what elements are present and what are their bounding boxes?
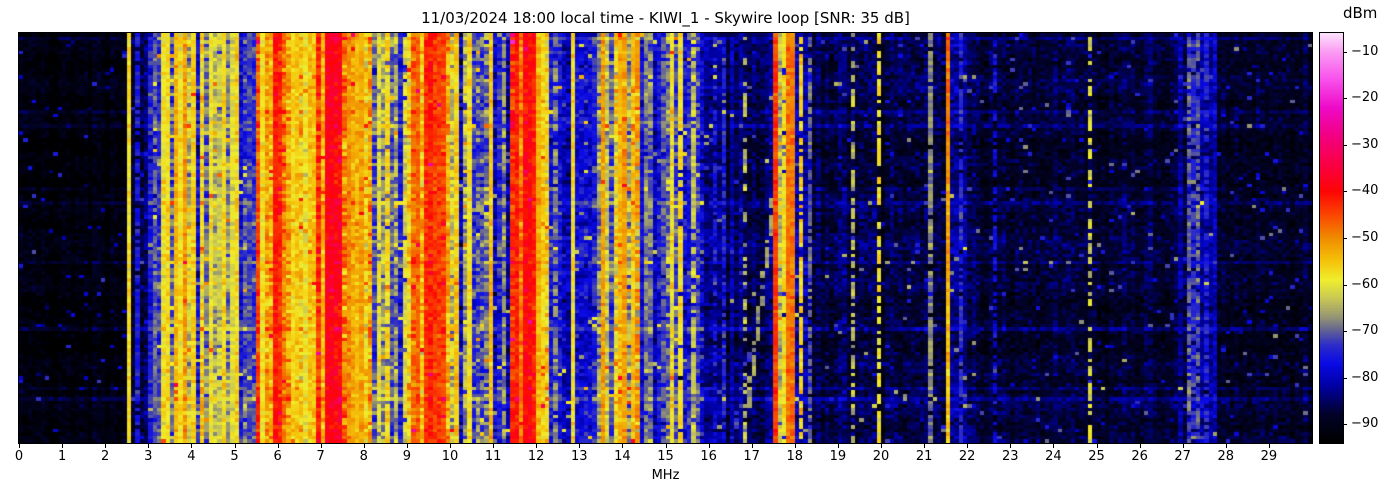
x-tick-label: 23 (1002, 449, 1019, 464)
x-tick (450, 444, 451, 448)
x-tick (277, 444, 279, 448)
x-tick-label: 17 (743, 449, 760, 464)
x-tick (708, 444, 710, 448)
x-tick-label: 1 (57, 449, 67, 464)
colorbar-tick-label: −80 (1351, 369, 1379, 385)
x-tick-label: 7 (316, 449, 325, 464)
x-tick (62, 444, 64, 448)
x-tick (191, 444, 193, 448)
x-tick-label: 2 (101, 449, 110, 464)
x-tick-label: 3 (144, 449, 153, 464)
x-tick (665, 444, 667, 448)
x-tick-label: 0 (14, 449, 24, 464)
x-tick (794, 444, 796, 448)
x-tick (622, 444, 624, 448)
x-tick (1225, 444, 1227, 448)
x-tick (148, 444, 150, 448)
x-tick-label: 20 (872, 449, 890, 464)
x-tick (19, 444, 20, 448)
colorbar-tick-label: −30 (1351, 136, 1379, 152)
colorbar-tick-label: −70 (1351, 323, 1379, 339)
x-tick-label: 19 (829, 449, 847, 464)
x-tick (320, 444, 322, 448)
x-tick (579, 444, 581, 448)
x-tick-label: 6 (273, 449, 282, 464)
x-tick-label: 12 (527, 449, 545, 464)
x-tick-label: 25 (1088, 449, 1105, 464)
x-tick (881, 444, 882, 448)
colorbar-tick (1343, 424, 1347, 426)
colorbar-tick (1343, 331, 1347, 333)
x-tick-label: 8 (359, 449, 368, 464)
x-tick-label: 11 (484, 449, 502, 464)
x-tick (751, 444, 753, 448)
x-tick-label: 16 (700, 449, 717, 464)
x-axis-label: MHz (651, 468, 680, 483)
x-tick-label: 21 (915, 449, 933, 464)
x-tick-label: 13 (571, 449, 588, 464)
x-tick (1053, 444, 1055, 448)
x-tick (493, 444, 495, 448)
x-tick (234, 444, 236, 448)
x-tick-label: 27 (1174, 449, 1191, 464)
colorbar-tick-label: −50 (1351, 230, 1379, 245)
colorbar-gradient (1320, 33, 1343, 443)
colorbar-tick-label: −90 (1351, 416, 1379, 432)
colorbar-label: dBm (1343, 4, 1378, 22)
x-tick-label: 10 (441, 449, 459, 464)
x-tick-label: 26 (1131, 449, 1148, 464)
x-tick-label: 14 (614, 449, 631, 464)
colorbar-tick-label: −60 (1351, 276, 1379, 292)
x-tick-label: 4 (187, 449, 196, 464)
spectrogram-heatmap (19, 33, 1312, 443)
x-tick (105, 444, 107, 448)
x-tick (967, 444, 969, 448)
colorbar-tick (1343, 98, 1347, 100)
x-tick (924, 444, 926, 448)
colorbar-tick-label: −20 (1351, 90, 1379, 106)
x-tick-label: 28 (1217, 449, 1235, 464)
x-tick (1268, 444, 1270, 448)
x-tick-label: 9 (402, 449, 412, 464)
x-tick (536, 444, 538, 448)
x-tick-label: 5 (230, 449, 239, 464)
x-tick (837, 444, 839, 448)
x-tick (363, 444, 365, 448)
colorbar-tick (1343, 238, 1347, 239)
x-tick-label: 22 (958, 449, 976, 464)
chart-title: 11/03/2024 18:00 local time - KIWI_1 - S… (421, 9, 910, 27)
x-tick (1096, 444, 1098, 448)
colorbar-tick-label: −40 (1351, 183, 1379, 199)
colorbar-tick (1343, 144, 1347, 146)
x-tick-label: 18 (786, 449, 804, 464)
x-tick-label: 24 (1045, 449, 1062, 464)
x-tick (1182, 444, 1184, 448)
x-tick (1139, 444, 1141, 448)
x-tick-label: 15 (657, 449, 674, 464)
colorbar-tick (1343, 284, 1347, 286)
colorbar-tick (1343, 377, 1347, 379)
colorbar-tick (1343, 51, 1347, 53)
x-tick (406, 444, 408, 448)
x-tick-label: 29 (1260, 449, 1278, 464)
colorbar-tick-label: −10 (1351, 43, 1379, 59)
colorbar-tick (1343, 191, 1347, 193)
figure: 11/03/2024 18:00 local time - KIWI_1 - S… (0, 0, 1400, 500)
x-tick (1010, 444, 1012, 448)
